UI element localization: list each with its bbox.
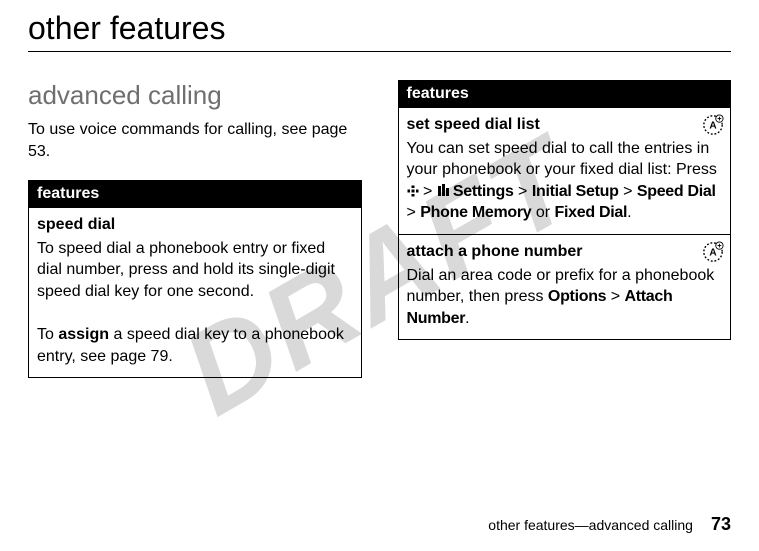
menu-item: Initial Setup [532, 183, 619, 200]
menu-item: Fixed Dial [555, 204, 628, 221]
gt: > [619, 183, 637, 200]
svg-text:A: A [709, 248, 717, 259]
center-key-icon [407, 185, 419, 197]
gt: > [407, 204, 421, 221]
feature-name: attach a phone number [407, 241, 723, 263]
page-number: 73 [711, 514, 731, 535]
or-text: or [531, 204, 554, 221]
features-table-right: features A set speed dial list You can s… [398, 80, 732, 340]
gt: > [514, 183, 532, 200]
table-header: features [29, 181, 361, 207]
section-title: advanced calling [28, 80, 362, 111]
settings-icon [437, 184, 449, 198]
operator-badge-icon: A [702, 241, 724, 263]
gt: > [606, 288, 624, 305]
table-row: A attach a phone number Dial an area cod… [399, 234, 731, 339]
table-header: features [399, 81, 731, 107]
period: . [627, 204, 631, 221]
feature-body-bold: assign [58, 326, 109, 343]
menu-item: Phone Memory [420, 204, 531, 221]
svg-text:A: A [709, 121, 717, 132]
gt: > [419, 183, 437, 200]
title-rule [28, 51, 731, 52]
left-column: advanced calling To use voice commands f… [28, 80, 362, 378]
table-row: A set speed dial list You can set speed … [399, 107, 731, 234]
feature-name: speed dial [37, 214, 353, 236]
right-column: features A set speed dial list You can s… [398, 80, 732, 378]
settings-label: Settings [449, 183, 514, 200]
feature-name: set speed dial list [407, 114, 723, 136]
features-table-left: features speed dial To speed dial a phon… [28, 180, 362, 378]
intro-paragraph: To use voice commands for calling, see p… [28, 119, 362, 162]
feature-body: You can set speed dial to call the entri… [407, 140, 717, 179]
footer-text: other features—advanced calling [488, 517, 693, 533]
table-row: speed dial To speed dial a phonebook ent… [29, 207, 361, 377]
page-footer: other features—advanced calling 73 [488, 514, 731, 535]
feature-body-pre: To [37, 326, 58, 343]
operator-badge-icon: A [702, 114, 724, 136]
menu-item: Speed Dial [637, 183, 716, 200]
page-title: other features [28, 10, 731, 47]
feature-body: To speed dial a phonebook entry or fixed… [37, 240, 335, 300]
period: . [465, 310, 469, 327]
softkey-label: Options [548, 288, 606, 305]
